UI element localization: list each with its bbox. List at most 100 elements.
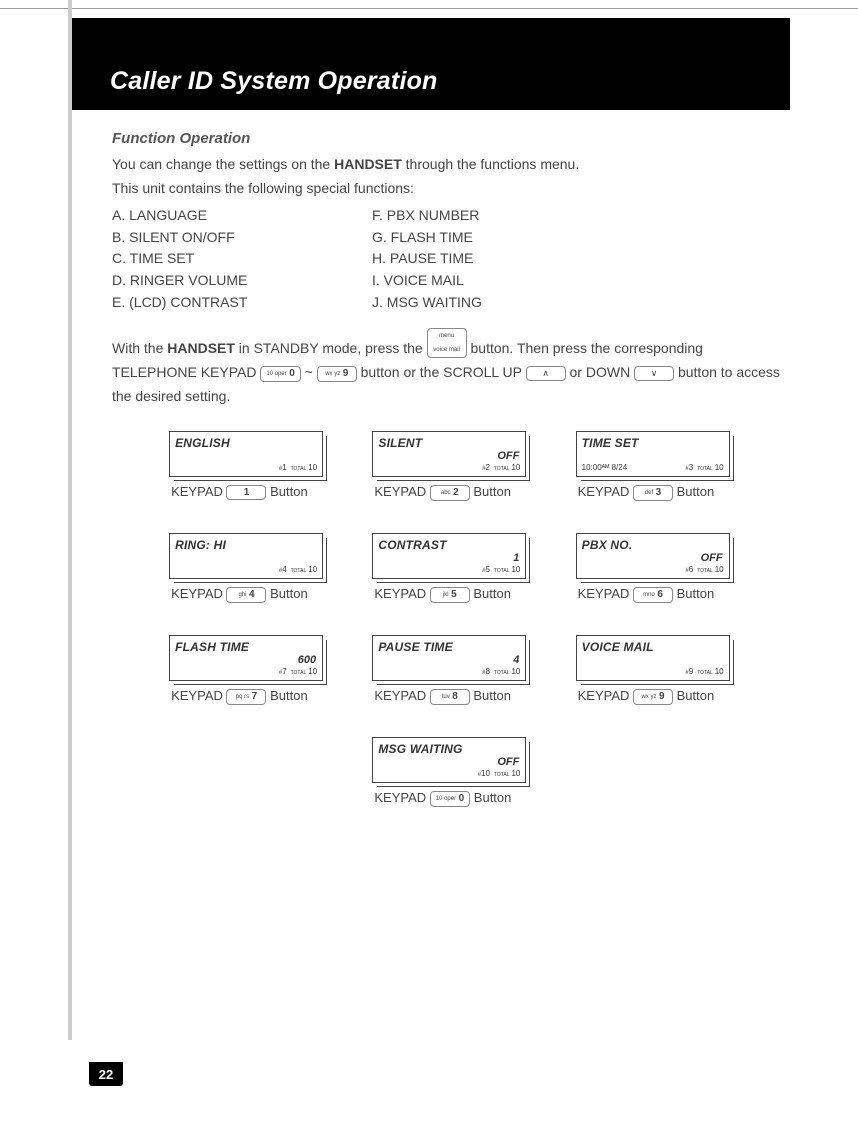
lcd-title: MSG WAITING: [378, 741, 462, 758]
lcd-cell: PAUSE TIME4#8 TOTAL 10 KEYPAD tuv 8 Butto…: [372, 635, 575, 705]
func-item: C. TIME SET: [112, 249, 372, 269]
caption-suffix: Button: [266, 586, 307, 601]
intro1-bold: HANDSET: [334, 156, 402, 172]
caption-suffix: Button: [673, 688, 714, 703]
keypad-button-icon: tuv 8: [430, 689, 470, 705]
lcd-cell: TIME SET10:00ᴬᴹ 8/24#3 TOTAL 10KEYPAD de…: [576, 431, 779, 501]
lcd-status: #10 TOTAL 10: [478, 768, 521, 780]
lcd-cell: CONTRAST1#5 TOTAL 10KEYPAD jkl 5 Button: [372, 533, 575, 603]
lcd-cell: MSG WAITINGOFF#10 TOTAL 10KEYPAD 10 oper…: [372, 737, 575, 807]
scroll-down-button-icon: ∨: [634, 366, 674, 381]
section-heading: Function Operation: [112, 128, 782, 149]
caption-suffix: Button: [470, 586, 511, 601]
func-item: G. FLASH TIME: [372, 228, 632, 248]
keypad-button-icon: def 3: [633, 485, 673, 501]
caption-suffix: Button: [673, 586, 714, 601]
kp-first-big: 0: [289, 368, 295, 379]
keypad-button-icon: abc 2: [430, 485, 470, 501]
lcd-display: PBX NO.OFF#6 TOTAL 10: [576, 533, 730, 579]
func-item: F. PBX NUMBER: [372, 206, 632, 226]
lcd-cell: VOICE MAIL #9 TOTAL 10 KEYPAD wx yz 9 Butt…: [576, 635, 779, 705]
page-body: Function Operation You can change the se…: [112, 128, 782, 807]
lcd-caption: KEYPAD 1 Button: [171, 483, 308, 501]
caption-prefix: KEYPAD: [374, 484, 429, 499]
keypad-9-button-icon: wx yz 9: [317, 366, 357, 382]
lcd-cell: PBX NO.OFF#6 TOTAL 10 KEYPAD mno 6 Button: [576, 533, 779, 603]
kp-last-small: wx yz: [325, 371, 340, 377]
caption-prefix: KEYPAD: [171, 688, 226, 703]
lcd-display: PAUSE TIME4#8 TOTAL 10: [372, 635, 526, 681]
intro-line-1: You can change the settings on the HANDS…: [112, 155, 782, 175]
functions-right-col: F. PBX NUMBER G. FLASH TIME H. PAUSE TIM…: [372, 204, 632, 314]
lcd-status: #8 TOTAL 10: [482, 666, 520, 678]
intro-line-2: This unit contains the following special…: [112, 179, 782, 199]
keypad-0-button-icon: 10 oper 0: [260, 366, 300, 382]
keypad-button-icon: wx yz 9: [633, 689, 673, 705]
lcd-caption: KEYPAD pq rs 7 Button: [171, 687, 308, 705]
keypad-button-icon: pq rs 7: [226, 689, 266, 705]
down-arrow-icon: ∨: [651, 368, 658, 378]
lcd-title: PBX NO.: [582, 537, 633, 554]
lcd-status: #1 TOTAL 10: [279, 462, 317, 474]
instr-t5: or DOWN: [570, 364, 635, 380]
lcd-cell: FLASH TIME600#7 TOTAL 10KEYPAD pq rs 7 B…: [169, 635, 372, 705]
caption-prefix: KEYPAD: [171, 586, 226, 601]
lcd-caption: KEYPAD ghi 4 Button: [171, 585, 308, 603]
lcd-status: #9 TOTAL 10: [685, 666, 723, 678]
keypad-button-icon: 10 oper 0: [430, 791, 470, 807]
lcd-caption: KEYPAD tuv 8 Button: [374, 687, 511, 705]
caption-prefix: KEYPAD: [374, 586, 429, 601]
instructions: With the HANDSET in STANDBY mode, press …: [112, 328, 782, 408]
manual-page: Caller ID System Operation Function Oper…: [0, 0, 858, 1142]
functions-left-col: A. LANGUAGE B. SILENT ON/OFF C. TIME SET…: [112, 204, 372, 314]
func-item: A. LANGUAGE: [112, 206, 372, 226]
menu-btn-bot: voice mail: [433, 347, 460, 353]
lcd-title: CONTRAST: [378, 537, 446, 554]
lcd-center-row: MSG WAITINGOFF#10 TOTAL 10KEYPAD 10 oper…: [166, 737, 782, 807]
caption-suffix: Button: [470, 790, 511, 805]
keypad-button-icon: mno 6: [633, 587, 673, 603]
lcd-caption: KEYPAD jkl 5 Button: [374, 585, 511, 603]
caption-suffix: Button: [470, 688, 511, 703]
func-item: I. VOICE MAIL: [372, 271, 632, 291]
caption-prefix: KEYPAD: [374, 688, 429, 703]
lcd-status: #3 TOTAL 10: [685, 462, 723, 474]
lcd-title: SILENT: [378, 435, 422, 452]
up-arrow-icon: ∧: [542, 368, 549, 378]
caption-prefix: KEYPAD: [374, 790, 429, 805]
caption-prefix: KEYPAD: [578, 688, 633, 703]
caption-prefix: KEYPAD: [171, 484, 226, 499]
lcd-display: VOICE MAIL #9 TOTAL 10: [576, 635, 730, 681]
instr-t1: With the: [112, 340, 167, 356]
lcd-caption: KEYPAD wx yz 9 Button: [578, 687, 715, 705]
intro1-post: through the functions menu.: [402, 156, 579, 172]
lcd-title: FLASH TIME: [175, 639, 249, 656]
lcd-title: PAUSE TIME: [378, 639, 452, 656]
caption-suffix: Button: [673, 484, 714, 499]
instr-handset: HANDSET: [167, 340, 235, 356]
lcd-cell: ENGLISH#1 TOTAL 10 KEYPAD 1 Button: [169, 431, 372, 501]
lcd-caption: KEYPAD abc 2 Button: [374, 483, 511, 501]
func-item: D. RINGER VOLUME: [112, 271, 372, 291]
instr-tilde: ~: [305, 364, 317, 380]
menu-btn-top: menu: [439, 333, 454, 339]
functions-list: A. LANGUAGE B. SILENT ON/OFF C. TIME SET…: [112, 204, 782, 314]
keypad-button-icon: ghi 4: [226, 587, 266, 603]
instr-t2: in STANDBY mode, press the: [235, 340, 427, 356]
lcd-caption: KEYPAD def 3 Button: [578, 483, 715, 501]
caption-suffix: Button: [470, 484, 511, 499]
lcd-cell: RING: HI#4 TOTAL 10 KEYPAD ghi 4 Button: [169, 533, 372, 603]
lcd-display: ENGLISH#1 TOTAL 10: [169, 431, 323, 477]
lcd-title: VOICE MAIL: [582, 639, 654, 656]
lcd-status: #4 TOTAL 10: [279, 564, 317, 576]
caption-suffix: Button: [266, 484, 307, 499]
func-item: E. (LCD) CONTRAST: [112, 293, 372, 313]
lcd-display: SILENTOFF#2 TOTAL 10: [372, 431, 526, 477]
lcd-caption: KEYPAD 10 oper 0 Button: [374, 789, 511, 807]
lcd-display: RING: HI#4 TOTAL 10: [169, 533, 323, 579]
func-item: J. MSG WAITING: [372, 293, 632, 313]
caption-suffix: Button: [266, 688, 307, 703]
lcd-caption: KEYPAD mno 6 Button: [578, 585, 715, 603]
keypad-button-icon: jkl 5: [430, 587, 470, 603]
kp-first-small: 10 oper: [266, 371, 286, 377]
